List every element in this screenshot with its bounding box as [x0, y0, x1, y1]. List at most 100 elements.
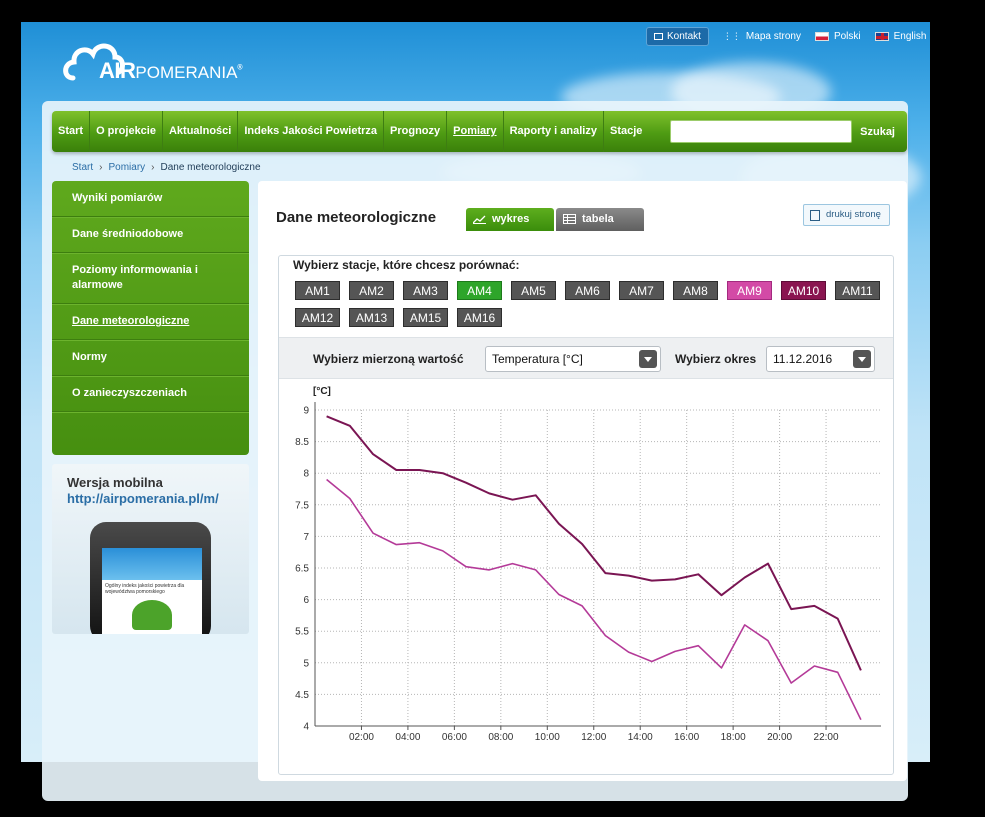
- nav-pomiary[interactable]: Pomiary: [447, 111, 504, 152]
- mobile-banner[interactable]: Wersja mobilna http://airpomerania.pl/m/…: [52, 464, 249, 634]
- line-chart-icon: [473, 215, 486, 224]
- x-tick-label: 16:00: [674, 732, 699, 743]
- period-label: Wybierz okres: [675, 352, 757, 366]
- x-tick-label: 10:00: [535, 732, 560, 743]
- station-button-am8[interactable]: AM8: [673, 281, 718, 300]
- page-title: Dane meteorologiczne: [276, 209, 437, 226]
- x-tick-label: 22:00: [814, 732, 839, 743]
- y-axis-label: [°C]: [313, 386, 331, 397]
- y-tick-label: 9: [303, 406, 309, 417]
- lang-polski-label: Polski: [833, 31, 861, 42]
- measure-select-value: Temperatura [°C]: [492, 352, 583, 366]
- nav-raporty[interactable]: Raporty i analizy: [504, 111, 604, 152]
- table-icon: [563, 214, 576, 224]
- lang-english-label: English: [893, 31, 927, 42]
- station-button-am5[interactable]: AM5: [511, 281, 556, 300]
- mobile-title: Wersja mobilna: [67, 475, 163, 490]
- y-tick-label: 8: [303, 469, 309, 480]
- nav-prognozy[interactable]: Prognozy: [384, 111, 448, 152]
- search-button[interactable]: Szukaj: [860, 126, 907, 138]
- x-tick-label: 04:00: [395, 732, 420, 743]
- y-tick-label: 7.5: [295, 500, 309, 511]
- breadcrumb: Start › Pomiary › Dane meteorologiczne: [72, 162, 261, 173]
- sitemap-icon: ⋮⋮: [722, 31, 741, 41]
- smiley-icon: [132, 600, 172, 630]
- station-button-am11[interactable]: AM11: [835, 281, 880, 300]
- sidebar-item-wyniki[interactable]: Wyniki pomiarów: [52, 181, 249, 217]
- y-tick-label: 4: [303, 722, 309, 733]
- x-tick-label: 14:00: [628, 732, 653, 743]
- breadcrumb-current: Dane meteorologiczne: [160, 162, 261, 173]
- lang-english[interactable]: English: [874, 31, 927, 42]
- lang-polski[interactable]: Polski: [814, 31, 861, 42]
- phone-screen-text: Ogólny indeks jakości powietrza dla woje…: [105, 583, 185, 595]
- nav-start[interactable]: Start: [52, 111, 91, 152]
- station-button-am15[interactable]: AM15: [403, 308, 448, 327]
- sidebar-item-srednie[interactable]: Dane średniodobowe: [52, 217, 249, 253]
- tab-tabela[interactable]: tabela: [556, 208, 644, 231]
- logo[interactable]: AIRPOMERANIA®: [61, 30, 246, 96]
- sidebar-item-poziomy[interactable]: Poziomy informowania i alarmowe: [52, 253, 249, 304]
- kontakt-label: Kontakt: [667, 31, 701, 42]
- x-tick-label: 18:00: [721, 732, 746, 743]
- y-tick-label: 6.5: [295, 564, 309, 575]
- y-tick-label: 5.5: [295, 627, 309, 638]
- sidebar-item-normy[interactable]: Normy: [52, 340, 249, 376]
- tab-wykres[interactable]: wykres: [466, 208, 554, 231]
- envelope-icon: [654, 33, 663, 40]
- print-button[interactable]: drukuj stronę: [803, 204, 890, 226]
- x-tick-label: 12:00: [581, 732, 606, 743]
- x-tick-label: 02:00: [349, 732, 374, 743]
- breadcrumb-start[interactable]: Start: [72, 162, 93, 173]
- station-button-am7[interactable]: AM7: [619, 281, 664, 300]
- y-tick-label: 5: [303, 658, 309, 669]
- breadcrumb-pomiary[interactable]: Pomiary: [108, 162, 145, 173]
- x-tick-label: 08:00: [488, 732, 513, 743]
- breadcrumb-separator-icon: ›: [99, 162, 103, 173]
- station-button-am9[interactable]: AM9: [727, 281, 772, 300]
- tab-wykres-label: wykres: [492, 213, 530, 225]
- logo-reg: ®: [237, 64, 243, 72]
- search-input[interactable]: [670, 120, 853, 143]
- kontakt-link[interactable]: Kontakt: [646, 27, 709, 46]
- measure-select[interactable]: Temperatura [°C]: [485, 346, 661, 372]
- sidebar-item-zanieczyszczenia[interactable]: O zanieczyszczeniach: [52, 376, 249, 412]
- period-select[interactable]: 11.12.2016: [766, 346, 875, 372]
- station-button-am6[interactable]: AM6: [565, 281, 610, 300]
- breadcrumb-separator-icon: ›: [151, 162, 155, 173]
- sitemap-label: Mapa strony: [745, 31, 801, 42]
- x-tick-label: 06:00: [442, 732, 467, 743]
- measure-label: Wybierz mierzoną wartość: [313, 352, 464, 366]
- top-links: Kontakt ⋮⋮ Mapa strony Polski English: [646, 27, 926, 46]
- sidebar-item-meteo[interactable]: Dane meteorologiczne: [52, 304, 249, 340]
- logo-air: AIR: [99, 58, 136, 83]
- station-button-am10[interactable]: AM10: [781, 281, 826, 300]
- x-tick-label: 20:00: [767, 732, 792, 743]
- sitemap-link[interactable]: ⋮⋮ Mapa strony: [723, 31, 801, 42]
- period-select-value: 11.12.2016: [773, 352, 833, 366]
- sidebar: Wyniki pomiarów Dane średniodobowe Pozio…: [52, 181, 249, 455]
- y-tick-label: 7: [303, 532, 309, 543]
- station-button-am13[interactable]: AM13: [349, 308, 394, 327]
- station-button-am2[interactable]: AM2: [349, 281, 394, 300]
- station-button-am3[interactable]: AM3: [403, 281, 448, 300]
- nav-stacje[interactable]: Stacje: [604, 111, 648, 152]
- logo-pomerania: POMERANIA: [135, 63, 238, 82]
- main-nav: Start O projekcie Aktualności Indeks Jak…: [52, 111, 907, 152]
- nav-o-projekcie[interactable]: O projekcie: [90, 111, 163, 152]
- print-icon: [810, 210, 820, 221]
- station-button-am12[interactable]: AM12: [295, 308, 340, 327]
- y-tick-label: 4.5: [295, 690, 309, 701]
- nav-indeks[interactable]: Indeks Jakości Powietrza: [238, 111, 385, 152]
- chevron-down-icon: [853, 350, 871, 368]
- y-tick-label: 8.5: [295, 437, 309, 448]
- chevron-down-icon: [639, 350, 657, 368]
- mobile-url[interactable]: http://airpomerania.pl/m/: [67, 491, 219, 506]
- station-button-am4[interactable]: AM4: [457, 281, 502, 300]
- y-tick-label: 6: [303, 595, 309, 606]
- nav-aktualnosci[interactable]: Aktualności: [163, 111, 239, 152]
- station-button-am16[interactable]: AM16: [457, 308, 502, 327]
- station-button-am1[interactable]: AM1: [295, 281, 340, 300]
- print-label: drukuj stronę: [826, 209, 881, 220]
- uk-flag-icon: [874, 32, 889, 41]
